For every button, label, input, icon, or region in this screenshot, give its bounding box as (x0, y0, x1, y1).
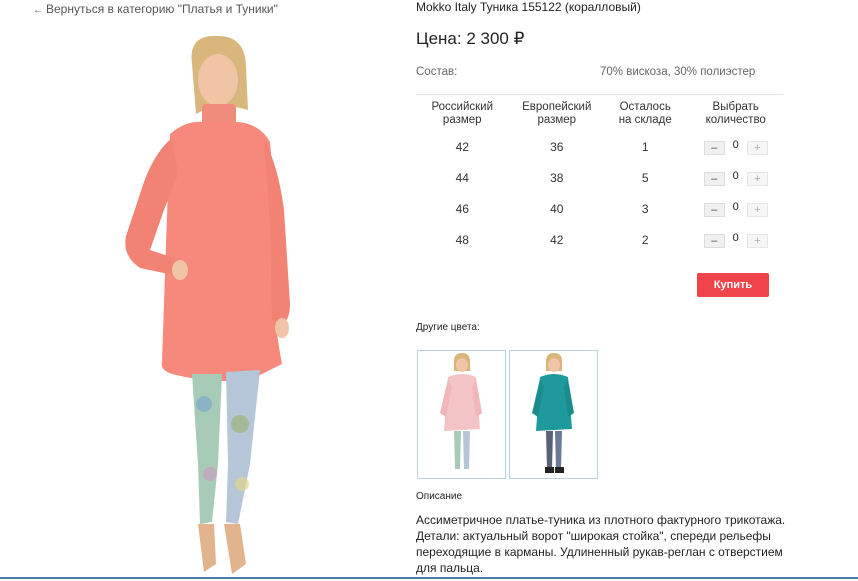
qty-value[interactable]: 0 (733, 170, 739, 182)
stock-cell: 3 (641, 201, 649, 216)
qty-plus-button[interactable]: + (746, 234, 768, 248)
table-header-row: Российский размер Европейский размер Остал… (416, 101, 786, 131)
header-qty: Выбрать количество (705, 101, 766, 126)
qty-value[interactable]: 0 (733, 201, 739, 213)
qty-minus-button[interactable]: – (703, 172, 725, 186)
eu-size-cell: 36 (550, 139, 564, 154)
ru-size-cell: 46 (455, 201, 469, 216)
eu-size-cell: 40 (550, 201, 564, 216)
header-stock: Осталось на складе (618, 101, 672, 126)
qty-cell: – 0 + (685, 162, 786, 193)
quantity-stepper: – 0 + (703, 201, 768, 217)
composition-label: Состав: (416, 66, 458, 78)
arrow-left-icon: ← (33, 5, 43, 16)
qty-minus-button[interactable]: – (703, 141, 725, 155)
qty-value[interactable]: 0 (733, 139, 739, 151)
price-label: Цена: 2 300 (416, 29, 509, 48)
composition-value: 70% вискоза, 30% полиэстер (600, 66, 756, 78)
color-thumbnail-teal[interactable] (509, 350, 598, 479)
table-row: 44 38 5 – 0 + (416, 162, 786, 193)
pink-variant-image (440, 353, 482, 469)
quantity-stepper: – 0 + (703, 232, 768, 248)
header-eu-size: Европейский размер (522, 101, 592, 126)
qty-cell: – 0 + (685, 224, 786, 255)
back-link-label: Вернуться в категорию "Платья и Туники" (46, 2, 278, 16)
qty-cell: – 0 + (685, 131, 786, 162)
eu-size-cell: 38 (550, 170, 564, 185)
other-colors-label: Другие цвета: (416, 322, 480, 333)
eu-size-cell: 42 (550, 232, 564, 247)
qty-minus-button[interactable]: – (703, 203, 725, 217)
size-table: Российский размер Европейский размер Остал… (416, 101, 786, 255)
currency-symbol: ₽ (513, 29, 525, 48)
ru-size-cell: 48 (455, 232, 469, 247)
color-thumbnail-pink[interactable] (417, 350, 506, 479)
quantity-stepper: – 0 + (703, 139, 768, 155)
qty-plus-button[interactable]: + (746, 172, 768, 186)
qty-plus-button[interactable]: + (746, 141, 768, 155)
table-row: 42 36 1 – 0 + (416, 131, 786, 162)
stock-cell: 1 (641, 139, 649, 154)
teal-variant-image (532, 353, 574, 473)
product-price: Цена: 2 300 ₽ (416, 29, 524, 49)
buy-button[interactable]: Купить (697, 273, 769, 297)
stock-cell: 2 (641, 232, 649, 247)
description-label: Описание (416, 491, 463, 502)
table-row: 48 42 2 – 0 + (416, 224, 786, 255)
qty-minus-button[interactable]: – (703, 234, 725, 248)
qty-value[interactable]: 0 (733, 232, 739, 244)
table-row: 46 40 3 – 0 + (416, 193, 786, 224)
bottom-divider (0, 577, 858, 579)
ru-size-cell: 42 (455, 139, 469, 154)
header-ru-size: Российский размер (431, 101, 494, 126)
divider (416, 94, 783, 95)
ru-size-cell: 44 (455, 170, 469, 185)
qty-plus-button[interactable]: + (746, 203, 768, 217)
stock-cell: 5 (641, 170, 649, 185)
quantity-stepper: – 0 + (703, 170, 768, 186)
description-text: Ассиметричное платье-туника из плотного … (416, 513, 786, 575)
product-title: Mokko Italy Туника 155122 (коралловый) (416, 0, 641, 14)
qty-cell: – 0 + (685, 193, 786, 224)
product-photo (125, 35, 290, 574)
back-to-category-link[interactable]: ← Вернуться в категорию "Платья и Туники" (33, 2, 278, 16)
